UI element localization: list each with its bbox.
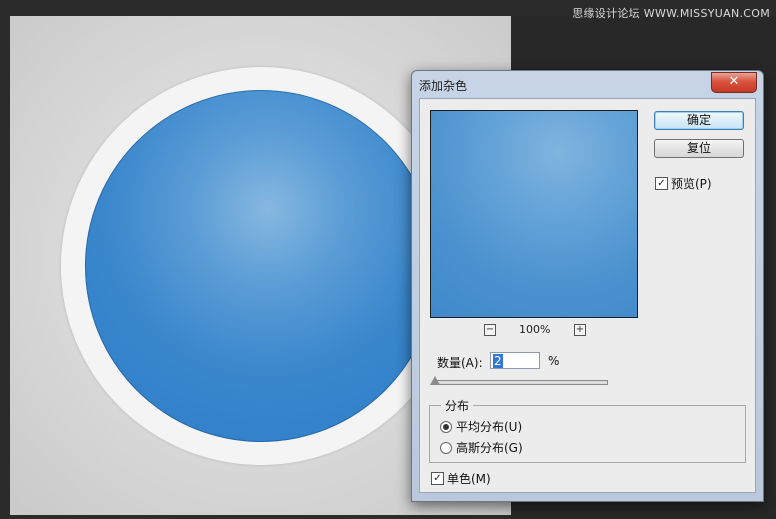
plus-icon: +	[575, 324, 585, 335]
close-button[interactable]: ✕	[711, 72, 757, 93]
zoom-in-button[interactable]: +	[574, 324, 586, 336]
ok-button[interactable]: 确定	[654, 111, 744, 130]
checkmark-icon: ✓	[657, 178, 666, 189]
amount-slider-track[interactable]	[434, 380, 608, 385]
dialog-titlebar[interactable]: 添加杂色 ✕	[412, 71, 763, 99]
amount-label: 数量(A):	[437, 356, 483, 370]
preview-label: 预览(P)	[671, 177, 712, 191]
dialog-title: 添加杂色	[419, 79, 468, 93]
reset-button[interactable]: 复位	[654, 139, 744, 158]
amount-value: 2	[493, 354, 503, 368]
gaussian-radio[interactable]	[440, 442, 452, 454]
uniform-radio[interactable]	[440, 421, 452, 433]
dialog-body: − 100% + 确定 复位 ✓ 预览(P) 数量(A): 2 % 分布 平均分…	[419, 98, 756, 493]
distribution-title: 分布	[441, 397, 474, 414]
monochrome-checkbox[interactable]: ✓	[431, 472, 444, 485]
gaussian-label: 高斯分布(G)	[456, 441, 523, 455]
minus-icon: −	[485, 324, 495, 335]
uniform-label: 平均分布(U)	[456, 420, 523, 434]
monochrome-label: 单色(M)	[447, 472, 491, 486]
zoom-level: 100%	[519, 323, 551, 336]
preview-checkbox[interactable]: ✓	[655, 177, 668, 190]
amount-slider-thumb[interactable]	[430, 376, 440, 385]
close-icon: ✕	[728, 74, 740, 89]
blue-circle	[85, 90, 437, 442]
zoom-out-button[interactable]: −	[484, 324, 496, 336]
add-noise-dialog: 添加杂色 ✕ − 100% + 确定 复位 ✓ 预览(P) 数量(A): 2 %…	[411, 70, 764, 502]
amount-unit: %	[548, 354, 560, 368]
preview-image[interactable]	[430, 110, 638, 318]
watermark-text: 思缘设计论坛 WWW.MISSYUAN.COM	[572, 7, 770, 20]
checkmark-icon: ✓	[433, 473, 442, 484]
amount-input[interactable]: 2	[490, 352, 540, 369]
